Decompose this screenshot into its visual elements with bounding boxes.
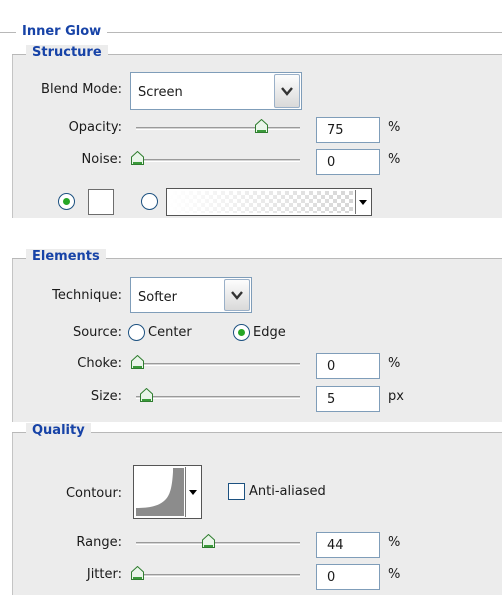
panel-title: Inner Glow [16, 24, 108, 39]
noise-label: Noise: [81, 152, 122, 167]
opacity-label: Opacity: [68, 120, 122, 135]
gradient-preview [169, 191, 353, 213]
blend-mode-value: Screen [138, 85, 183, 100]
choke-slider-thumb[interactable] [131, 354, 144, 369]
size-label: Size: [90, 389, 122, 404]
size-slider[interactable] [136, 396, 300, 399]
jitter-slider-thumb[interactable] [131, 565, 144, 580]
technique-select[interactable]: Softer [130, 277, 252, 313]
source-edge-radio[interactable] [233, 324, 250, 341]
choke-slider[interactable] [136, 363, 300, 366]
opacity-unit: % [388, 120, 401, 135]
jitter-unit: % [388, 567, 401, 582]
anti-aliased-checkbox[interactable] [228, 483, 245, 500]
choke-label: Choke: [77, 356, 122, 371]
blend-mode-select[interactable]: Screen [130, 72, 302, 110]
jitter-label: Jitter: [86, 567, 122, 582]
quality-title: Quality [26, 423, 91, 438]
range-unit: % [388, 535, 401, 550]
range-slider-thumb[interactable] [202, 533, 215, 548]
jitter-slider[interactable] [136, 574, 300, 577]
source-center-radio[interactable] [128, 324, 145, 341]
blend-mode-label: Blend Mode: [41, 82, 122, 97]
structure-title: Structure [26, 45, 108, 60]
noise-unit: % [388, 152, 401, 167]
range-label: Range: [76, 535, 122, 550]
noise-slider-thumb[interactable] [131, 150, 144, 165]
gradient-picker[interactable] [166, 188, 372, 216]
choke-unit: % [388, 356, 401, 371]
noise-slider[interactable] [136, 159, 300, 162]
source-edge-label[interactable]: Edge [253, 325, 286, 340]
chevron-down-icon[interactable] [274, 74, 300, 108]
technique-value: Softer [138, 290, 177, 305]
chevron-down-icon[interactable] [224, 279, 250, 311]
color-fill-radio[interactable] [58, 193, 75, 210]
source-center-label[interactable]: Center [148, 325, 192, 340]
opacity-slider[interactable] [136, 127, 300, 130]
gradient-fill-radio[interactable] [141, 193, 158, 210]
glow-color-swatch[interactable] [88, 189, 114, 215]
jitter-input[interactable]: 0 [316, 564, 380, 590]
contour-label: Contour: [65, 486, 122, 501]
technique-label: Technique: [52, 288, 122, 303]
gradient-dropdown-icon[interactable] [355, 190, 370, 214]
elements-title: Elements [26, 249, 106, 264]
opacity-input[interactable]: 75 [316, 117, 380, 143]
opacity-slider-thumb[interactable] [255, 118, 268, 133]
range-slider[interactable] [136, 542, 300, 545]
anti-aliased-label[interactable]: Anti-aliased [249, 484, 326, 499]
range-input[interactable]: 44 [316, 532, 380, 558]
choke-input[interactable]: 0 [316, 353, 380, 379]
source-label: Source: [72, 325, 122, 340]
contour-curve-icon [136, 468, 184, 516]
size-input[interactable]: 5 [316, 386, 380, 412]
contour-picker[interactable] [133, 465, 202, 519]
noise-input[interactable]: 0 [316, 149, 380, 175]
size-unit: px [388, 389, 404, 404]
contour-dropdown-icon[interactable] [185, 467, 200, 517]
size-slider-thumb[interactable] [140, 387, 153, 402]
